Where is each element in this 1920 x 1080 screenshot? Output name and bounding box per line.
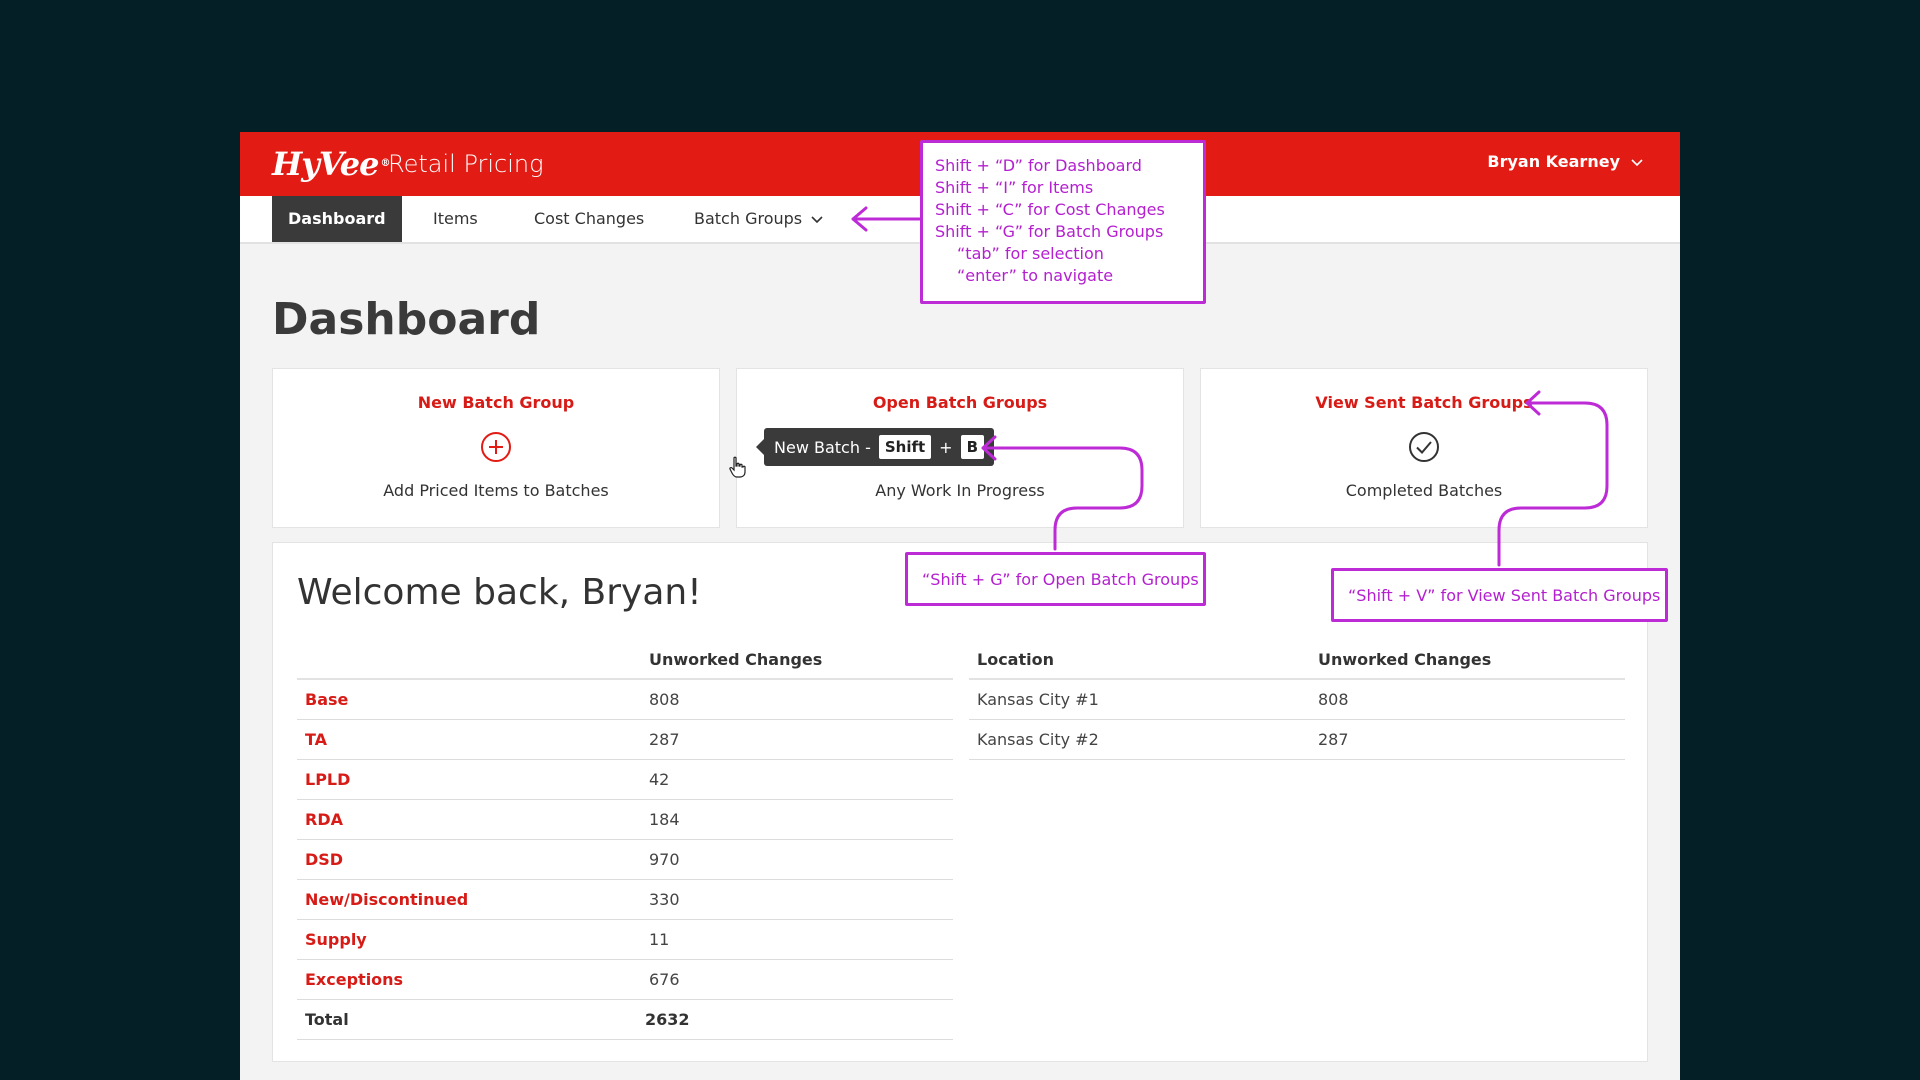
table-row: TA 287 <box>297 719 953 760</box>
card-subtitle: Any Work In Progress <box>875 481 1045 500</box>
table-header-row: Location Unworked Changes <box>969 641 1625 680</box>
table-row: Base 808 <box>297 679 953 720</box>
plus-sign: + <box>939 437 953 457</box>
table-row: DSD 970 <box>297 839 953 880</box>
nav-dashboard[interactable]: Dashboard <box>272 196 402 242</box>
unworked-count: 42 <box>641 759 953 800</box>
category-link[interactable]: Exceptions <box>297 959 641 1000</box>
shortcut-line: “tab” for selection <box>957 244 1104 263</box>
tooltip-label: New Batch - <box>774 437 871 457</box>
card-subtitle: Add Priced Items to Batches <box>383 481 609 500</box>
card-view-sent-batch-groups: View Sent Batch Groups Completed Batches <box>1200 368 1648 528</box>
unworked-count: 184 <box>641 799 953 840</box>
unworked-count: 330 <box>641 879 953 920</box>
shortcut-line: “enter” to navigate <box>957 266 1114 285</box>
column-header: Location <box>969 641 1310 680</box>
location-table: Location Unworked Changes Kansas City #1… <box>969 641 1625 760</box>
card-new-batch-group: New Batch Group Add Priced Items to Batc… <box>272 368 720 528</box>
user-name: Bryan Kearney <box>1487 152 1620 171</box>
total-label: Total <box>297 999 641 1040</box>
column-header <box>297 641 641 680</box>
table-total-row: Total 2632 <box>297 999 953 1040</box>
unworked-count: 287 <box>1310 719 1625 760</box>
unworked-count: 808 <box>641 679 953 720</box>
column-header: Unworked Changes <box>641 641 953 680</box>
unworked-count: 287 <box>641 719 953 760</box>
welcome-heading: Welcome back, Bryan! <box>297 572 702 613</box>
category-link[interactable]: RDA <box>297 799 641 840</box>
table-row: Supply 11 <box>297 919 953 960</box>
column-header: Unworked Changes <box>1310 641 1625 680</box>
category-link[interactable]: LPLD <box>297 759 641 800</box>
screen: HyVee ® Retail Pricing Bryan Kearney Dash… <box>0 0 1920 1080</box>
user-menu[interactable]: Bryan Kearney <box>1487 152 1644 171</box>
plus-circle-icon[interactable] <box>480 431 512 463</box>
table-row: Kansas City #2 287 <box>969 719 1625 760</box>
table-header-row: Unworked Changes <box>297 641 953 680</box>
category-link[interactable]: TA <box>297 719 641 760</box>
annotation-nav-shortcuts: Shift + “D” for Dashboard Shift + “I” for… <box>920 140 1206 304</box>
shortcut-line: Shift + “I” for Items <box>935 178 1094 197</box>
annotation-view-sent-batch-groups: “Shift + V” for View Sent Batch Groups <box>1331 568 1668 622</box>
page-title: Dashboard <box>272 294 541 345</box>
brand-logo[interactable]: HyVee ® <box>272 144 390 184</box>
category-link[interactable]: New/Discontinued <box>297 879 641 920</box>
total-value: 2632 <box>641 999 953 1040</box>
unworked-count: 970 <box>641 839 953 880</box>
card-title-new-batch-group[interactable]: New Batch Group <box>273 393 719 412</box>
shift-key: Shift <box>878 435 932 459</box>
b-key: B <box>960 435 985 459</box>
card-title-open-batch-groups[interactable]: Open Batch Groups <box>737 393 1183 412</box>
table-row: New/Discontinued 330 <box>297 879 953 920</box>
nav-items[interactable]: Items <box>433 196 478 242</box>
unworked-count: 808 <box>1310 679 1625 720</box>
location-name: Kansas City #1 <box>969 679 1310 720</box>
card-subtitle: Completed Batches <box>1345 481 1503 500</box>
table-row: Exceptions 676 <box>297 959 953 1000</box>
table-row: LPLD 42 <box>297 759 953 800</box>
location-name: Kansas City #2 <box>969 719 1310 760</box>
check-circle-icon[interactable] <box>1408 431 1440 463</box>
table-row: RDA 184 <box>297 799 953 840</box>
shortcut-line: Shift + “D” for Dashboard <box>935 156 1142 175</box>
annotation-open-batch-groups: “Shift + G” for Open Batch Groups <box>905 552 1206 606</box>
new-batch-tooltip: New Batch - Shift + B <box>755 428 995 466</box>
card-title-view-sent-batch-groups[interactable]: View Sent Batch Groups <box>1201 393 1647 412</box>
table-row: Kansas City #1 808 <box>969 679 1625 720</box>
unworked-count: 676 <box>641 959 953 1000</box>
shortcut-line: Shift + “C” for Cost Changes <box>935 200 1165 219</box>
category-link[interactable]: DSD <box>297 839 641 880</box>
hand-cursor-icon <box>729 456 746 478</box>
nav-cost-changes[interactable]: Cost Changes <box>534 196 644 242</box>
category-table: Unworked Changes Base 808 TA 287 LPLD 42 RDA 18… <box>297 641 953 1040</box>
category-link[interactable]: Supply <box>297 919 641 960</box>
chevron-down-icon <box>811 216 823 224</box>
unworked-count: 11 <box>641 919 953 960</box>
shortcut-line: Shift + “G” for Batch Groups <box>935 222 1164 241</box>
brand-logo-text: HyVee <box>272 145 379 183</box>
chevron-down-icon <box>1631 158 1643 166</box>
category-link[interactable]: Base <box>297 679 641 720</box>
nav-batch-groups-label: Batch Groups <box>694 209 803 228</box>
app-title: Retail Pricing <box>388 150 544 178</box>
nav-batch-groups[interactable]: Batch Groups <box>694 196 824 242</box>
